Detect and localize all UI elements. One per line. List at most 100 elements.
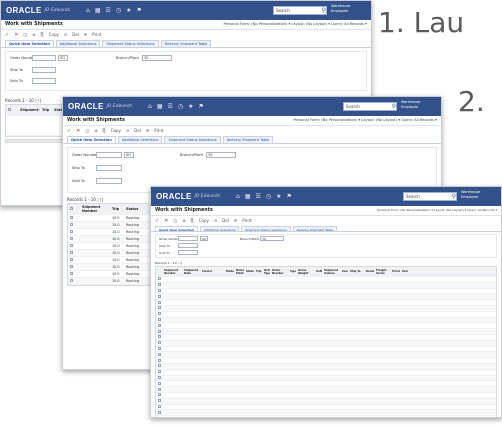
add-icon[interactable]: ⊕ bbox=[32, 32, 35, 37]
search-input[interactable]: Search bbox=[403, 192, 457, 201]
row-select-checkbox[interactable] bbox=[156, 300, 162, 305]
row-select-checkbox[interactable] bbox=[156, 399, 162, 403]
delete-icon[interactable]: ⊖ bbox=[64, 32, 67, 37]
personal-form-bar[interactable]: Personal Form: (No Personalization) ▾ La… bbox=[377, 208, 497, 212]
find-icon[interactable]: ◫ bbox=[173, 218, 177, 223]
close-icon[interactable]: ✕ bbox=[14, 32, 18, 38]
row-select-checkbox[interactable] bbox=[156, 358, 162, 363]
copy-button[interactable]: Copy bbox=[111, 128, 121, 133]
column-header[interactable]: Zone bbox=[400, 270, 408, 273]
column-header[interactable]: Order Number bbox=[270, 269, 288, 275]
doc-icon[interactable]: ☰ bbox=[167, 103, 172, 110]
row-select-checkbox[interactable] bbox=[68, 216, 80, 220]
table-row[interactable]: 10.0 Routing bbox=[68, 257, 162, 264]
column-header[interactable]: Order Type bbox=[262, 269, 270, 275]
personal-form-bar[interactable]: Personal Form: (No Personalization) ▾ La… bbox=[293, 118, 437, 122]
tab-status[interactable]: Shipment Status Selections bbox=[102, 40, 159, 47]
column-header[interactable]: Route bbox=[364, 270, 374, 273]
order-number-field[interactable] bbox=[96, 152, 122, 158]
copy-icon[interactable]: ⎘ bbox=[103, 128, 106, 133]
flag-icon[interactable]: ⚑ bbox=[199, 103, 204, 110]
print-icon[interactable]: ✉ bbox=[146, 128, 149, 133]
print-button[interactable]: Print bbox=[92, 32, 101, 37]
grid-icon[interactable]: ▦ bbox=[245, 193, 251, 200]
tab-quick-item[interactable]: Quick Item Selection bbox=[5, 40, 54, 47]
select-check-icon[interactable]: ✓ bbox=[67, 128, 71, 134]
table-row[interactable]: 10.0 Routing bbox=[68, 278, 162, 285]
branch-plant-field[interactable]: 30 bbox=[206, 152, 236, 158]
find-icon[interactable]: ◫ bbox=[23, 32, 27, 37]
table-row[interactable]: 10.0 Routing bbox=[68, 215, 162, 222]
order-number-field[interactable] bbox=[32, 55, 56, 61]
table-row[interactable]: 10.0 Routing bbox=[68, 264, 162, 271]
column-header[interactable]: Carrier bbox=[200, 270, 224, 273]
row-select-checkbox[interactable] bbox=[156, 341, 162, 345]
star-icon[interactable]: ★ bbox=[276, 193, 281, 200]
tab-delivery[interactable]: Delivery Shipment Table bbox=[160, 40, 212, 47]
tab-quick-item[interactable]: Quick Item Selection bbox=[155, 226, 198, 232]
row-select-checkbox[interactable] bbox=[156, 329, 162, 334]
row-select-checkbox[interactable] bbox=[68, 272, 80, 276]
column-header[interactable]: Shipment Number bbox=[162, 269, 182, 275]
ship-to-field[interactable] bbox=[32, 67, 56, 73]
user-menu[interactable]: Warehouse Employee bbox=[461, 190, 497, 200]
col-shipment-number[interactable]: Shipment Number bbox=[80, 205, 110, 213]
row-select-checkbox[interactable] bbox=[156, 352, 162, 357]
tab-delivery[interactable]: Delivery Shipment Table bbox=[292, 226, 338, 232]
branch-plant-field[interactable]: 30 bbox=[260, 236, 284, 241]
select-check-icon[interactable]: ✓ bbox=[5, 32, 9, 38]
row-select-checkbox[interactable] bbox=[156, 410, 162, 415]
row-select-checkbox[interactable] bbox=[156, 335, 162, 339]
delete-button[interactable]: Del bbox=[72, 32, 79, 37]
table-row[interactable]: 10.0 Routing bbox=[68, 229, 162, 236]
ship-to-field[interactable] bbox=[178, 243, 198, 248]
print-button[interactable]: Print bbox=[154, 128, 163, 133]
column-header[interactable]: Branch Plant bbox=[234, 269, 244, 275]
order-type-field[interactable]: SO bbox=[58, 55, 68, 61]
delete-button[interactable]: Del bbox=[222, 218, 229, 223]
sold-to-field[interactable] bbox=[32, 78, 56, 84]
row-select-checkbox[interactable] bbox=[156, 370, 162, 374]
add-icon[interactable]: ⊕ bbox=[94, 128, 97, 133]
row-select-checkbox[interactable] bbox=[68, 258, 80, 262]
add-icon[interactable]: ⊕ bbox=[182, 218, 185, 223]
grid-icon[interactable]: ▦ bbox=[157, 103, 163, 110]
row-select-checkbox[interactable] bbox=[156, 393, 162, 397]
row-select-checkbox[interactable] bbox=[156, 323, 162, 328]
delete-icon[interactable]: ⊖ bbox=[126, 128, 129, 133]
select-check-icon[interactable]: ✓ bbox=[155, 218, 159, 224]
row-select-checkbox[interactable] bbox=[156, 283, 162, 287]
print-icon[interactable]: ✉ bbox=[234, 218, 237, 223]
row-select-checkbox[interactable] bbox=[156, 364, 162, 368]
ship-to-field[interactable] bbox=[96, 165, 122, 171]
copy-icon[interactable]: ⎘ bbox=[41, 32, 44, 37]
flag-icon[interactable]: ⚑ bbox=[287, 193, 292, 200]
row-select-checkbox[interactable] bbox=[156, 317, 162, 322]
sold-to-field[interactable] bbox=[178, 250, 198, 255]
row-select-checkbox[interactable] bbox=[156, 404, 162, 409]
row-select-checkbox[interactable] bbox=[68, 237, 80, 241]
column-header[interactable]: Shipment Date bbox=[182, 269, 200, 275]
search-input[interactable]: Search bbox=[273, 6, 327, 15]
order-type-field[interactable]: SO bbox=[124, 152, 134, 158]
close-icon[interactable]: ✕ bbox=[76, 128, 80, 134]
column-header[interactable]: UoM bbox=[314, 270, 322, 273]
doc-icon[interactable]: ☰ bbox=[255, 193, 260, 200]
column-header[interactable]: Status bbox=[244, 270, 254, 273]
find-icon[interactable]: ◫ bbox=[85, 128, 89, 133]
row-select-checkbox[interactable] bbox=[68, 251, 80, 255]
user-menu[interactable]: Warehouse Employee bbox=[401, 100, 437, 110]
clock-icon[interactable]: ◷ bbox=[116, 7, 121, 14]
row-select-checkbox[interactable] bbox=[68, 223, 80, 227]
tab-additional[interactable]: Additional Selections bbox=[55, 40, 101, 47]
row-select-checkbox[interactable] bbox=[68, 265, 80, 269]
column-header[interactable]: Freight Terms bbox=[374, 269, 390, 275]
clock-icon[interactable]: ◷ bbox=[178, 103, 183, 110]
print-button[interactable]: Print bbox=[242, 218, 251, 223]
copy-button[interactable]: Copy bbox=[199, 218, 209, 223]
star-icon[interactable]: ★ bbox=[126, 7, 131, 14]
branch-plant-field[interactable]: 30 bbox=[142, 55, 172, 61]
user-menu[interactable]: Warehouse Employee bbox=[331, 4, 367, 14]
delete-icon[interactable]: ⊖ bbox=[214, 218, 217, 223]
row-select-checkbox[interactable] bbox=[68, 244, 80, 248]
